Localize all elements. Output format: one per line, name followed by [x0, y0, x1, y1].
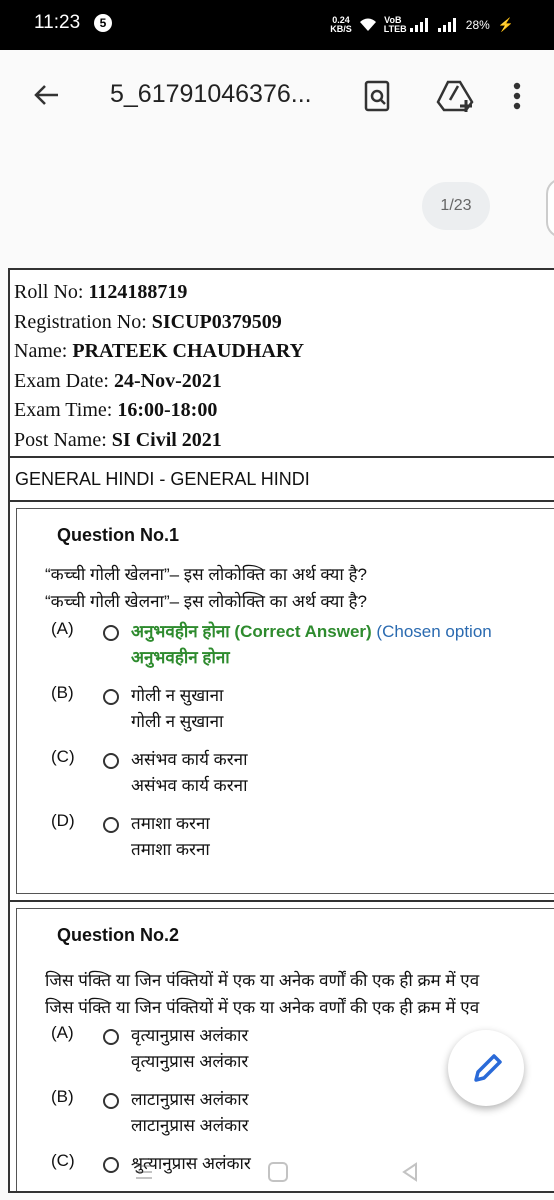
option-b: (B) गोली न सुखाना गोली न सुखाना [51, 683, 554, 735]
option-letter: (A) [51, 1022, 74, 1042]
system-nav-bar [0, 1150, 554, 1200]
radio-button[interactable] [103, 624, 119, 641]
exam-time-label: Exam Time: [14, 399, 118, 422]
network-speed: 0.24 KB/S [330, 16, 352, 34]
question-title: Question No.1 [57, 524, 180, 545]
radio-button[interactable] [103, 1028, 119, 1045]
signal-icon [409, 18, 428, 32]
status-right: 0.24 KB/S VoB LTEB 28% ⚡ [330, 10, 514, 40]
name-label: Name: [14, 340, 73, 363]
question-text-secondary: जिस पंक्ति या जिन पंक्तियों में एक या अन… [45, 997, 480, 1017]
question-inner: Question No.1 “कच्ची गोली खेलना”– इस लोक… [16, 507, 554, 894]
roll-value: 1124188719 [88, 281, 188, 303]
exam-date-value: 24-Nov-2021 [113, 369, 222, 392]
registration-label: Registration No: [14, 310, 152, 333]
post-name-label: Post Name: [14, 428, 112, 451]
option-text: अनुभवहीन होना [131, 621, 230, 641]
option-text-secondary: तमाशा करना [131, 839, 210, 859]
status-bar: 11:23 5 0.24 KB/S VoB LTEB 28% ⚡ [0, 0, 554, 50]
radio-button[interactable] [103, 688, 119, 705]
fast-scroll-handle[interactable] [546, 178, 554, 238]
option-letter: (D) [51, 810, 75, 830]
page-indicator: 1/23 [422, 182, 490, 230]
option-letter: (B) [51, 1086, 74, 1106]
wifi-icon [359, 18, 376, 31]
registration-value: SICUP0379509 [151, 310, 282, 333]
option-text: तमाशा करना [131, 813, 210, 833]
option-text-secondary: अनुभवहीन होना [131, 647, 230, 667]
option-text: असंभव कार्य करना [131, 749, 248, 769]
drive-add-icon[interactable] [436, 78, 474, 114]
document-title: 5_61791046376... [110, 80, 312, 108]
chosen-option-tag: (Chosen option [371, 621, 492, 641]
more-options-icon[interactable] [502, 78, 532, 114]
home-icon[interactable] [266, 1160, 290, 1184]
option-d: (D) तमाशा करना तमाशा करना [51, 811, 554, 863]
roll-no-row: Roll No: 1124188719 [14, 278, 554, 308]
notification-count-badge: 5 [94, 14, 112, 32]
status-time: 11:23 [34, 12, 81, 33]
radio-button[interactable] [103, 816, 119, 833]
exam-date-label: Exam Date: [14, 369, 114, 392]
option-text-secondary: गोली न सुखाना [131, 711, 224, 731]
option-letter: (B) [51, 682, 74, 702]
post-name-value: SI Civil 2021 [111, 428, 222, 451]
exam-date-row: Exam Date: 24-Nov-2021 [14, 367, 554, 397]
post-name-row: Post Name: SI Civil 2021 [14, 426, 554, 456]
roll-label: Roll No: [14, 281, 89, 303]
option-text: गोली न सुखाना [131, 685, 224, 705]
name-value: PRATEEK CHAUDHARY [72, 340, 305, 363]
question-text: “कच्ची गोली खेलना”– इस लोकोक्ति का अर्थ … [45, 564, 367, 584]
exam-time-row: Exam Time: 16:00-18:00 [14, 396, 554, 426]
signal-icon-2 [437, 18, 456, 32]
option-c: (C) असंभव कार्य करना असंभव कार्य करना [51, 747, 554, 799]
option-text-secondary: लाटानुप्रास अलंकार [131, 1115, 249, 1135]
edit-fab-button[interactable] [448, 1030, 524, 1106]
option-letter: (C) [51, 746, 75, 766]
question-title: Question No.2 [57, 924, 180, 945]
section-header: GENERAL HINDI - GENERAL HINDI [8, 455, 554, 502]
option-a: (A) अनुभवहीन होना (Correct Answer) (Chos… [51, 619, 554, 671]
exam-time-value: 16:00-18:00 [117, 399, 218, 422]
correct-answer-tag: (Correct Answer) [229, 621, 372, 641]
charging-icon: ⚡ [497, 17, 514, 32]
radio-button[interactable] [103, 752, 119, 769]
candidate-info: Roll No: 1124188719 Registration No: SIC… [8, 268, 554, 456]
nav-back-icon[interactable] [398, 1160, 422, 1184]
network-speed-unit: KB/S [330, 24, 352, 34]
search-document-icon[interactable] [360, 78, 396, 114]
pencil-icon [474, 1054, 502, 1082]
recent-apps-icon[interactable] [132, 1160, 156, 1184]
option-text-secondary: असंभव कार्य करना [131, 775, 248, 795]
option-letter: (A) [51, 618, 74, 638]
lte-indicator: VoB LTEB [383, 15, 407, 34]
back-arrow-icon[interactable] [28, 77, 64, 113]
registration-row: Registration No: SICUP0379509 [14, 308, 554, 338]
toolbar: 5_61791046376... [0, 50, 554, 142]
name-row: Name: PRATEEK CHAUDHARY [14, 337, 554, 367]
question-text: जिस पंक्ति या जिन पंक्तियों में एक या अन… [45, 970, 480, 990]
radio-button[interactable] [103, 1092, 119, 1109]
battery-level: 28% [465, 18, 490, 32]
question-block: Question No.1 “कच्ची गोली खेलना”– इस लोक… [8, 501, 554, 902]
question-text-secondary: “कच्ची गोली खेलना”– इस लोकोक्ति का अर्थ … [45, 591, 367, 611]
